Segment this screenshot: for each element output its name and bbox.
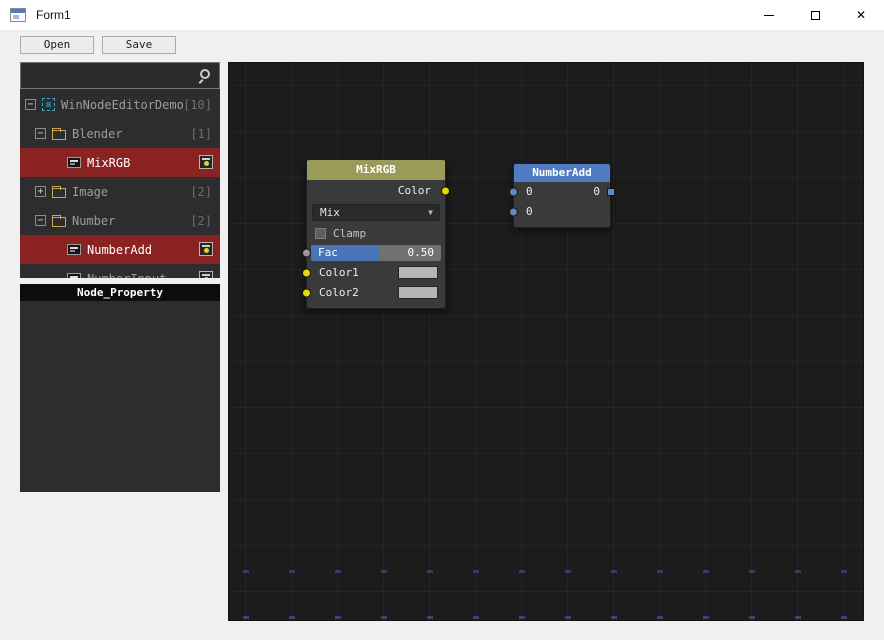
input-row-color2: Color2 bbox=[302, 283, 445, 303]
node-property-header: Node_Property bbox=[20, 284, 220, 301]
open-button[interactable]: Open bbox=[20, 36, 94, 54]
close-button[interactable]: ✕ bbox=[838, 0, 884, 30]
search-icon bbox=[200, 69, 210, 79]
chevron-down-icon: ▼ bbox=[428, 208, 433, 217]
tree-item-mixrgb[interactable]: MixRGB bbox=[20, 148, 220, 177]
input-socket-color2[interactable] bbox=[302, 288, 311, 298]
clamp-row: Clamp bbox=[307, 224, 445, 243]
tree-item-label: NumberInput bbox=[87, 272, 166, 279]
input-row-color1: Color1 bbox=[302, 263, 445, 283]
numberadd-row-1: 0 0 bbox=[509, 182, 615, 202]
node-icon bbox=[67, 273, 81, 278]
tree-item-label: WinNodeEditorDemo bbox=[61, 97, 184, 112]
node-tree-panel: − WinNodeEditorDemo [10] − Blender [1] M… bbox=[20, 62, 220, 278]
app-icon bbox=[10, 8, 26, 22]
save-button[interactable]: Save bbox=[102, 36, 176, 54]
fac-row: Fac 0.50 bbox=[302, 243, 445, 263]
window-controls: ✕ bbox=[746, 0, 884, 30]
tree-item-numberinput[interactable]: NumberInput bbox=[20, 264, 220, 278]
node-numberadd-header[interactable]: NumberAdd bbox=[514, 164, 610, 182]
minimize-button[interactable] bbox=[746, 0, 792, 30]
tree-item-label: Image bbox=[72, 184, 109, 199]
tree-item-count: [1] bbox=[190, 126, 212, 141]
input-socket-value1[interactable] bbox=[509, 187, 518, 197]
node-numberadd-body: 0 0 0 bbox=[509, 182, 615, 227]
node-mixrgb-header[interactable]: MixRGB bbox=[307, 160, 445, 180]
node-preview-icon bbox=[199, 155, 213, 169]
node-preview-icon bbox=[199, 242, 213, 256]
tree-item-label: NumberAdd bbox=[87, 242, 153, 257]
tree-item-label: Blender bbox=[72, 126, 123, 141]
tree-item-numberadd[interactable]: NumberAdd bbox=[20, 235, 220, 264]
numberadd-row-2: 0 bbox=[509, 202, 610, 222]
tree-item-image[interactable]: + Image [2] bbox=[20, 177, 220, 206]
search-input[interactable] bbox=[26, 66, 192, 85]
node-property-panel: Node_Property bbox=[20, 284, 220, 492]
output-label: Color bbox=[397, 184, 431, 197]
node-icon bbox=[67, 157, 81, 168]
color2-swatch[interactable] bbox=[398, 286, 438, 299]
tree-item-label: Number bbox=[72, 213, 116, 228]
tree-item-number[interactable]: − Number [2] bbox=[20, 206, 220, 235]
node-editor-icon bbox=[42, 98, 55, 111]
search-box bbox=[20, 62, 220, 89]
maximize-icon bbox=[810, 10, 820, 20]
node-mixrgb[interactable]: MixRGB Color Mix ▼ Clamp Fac 0.50 Color1… bbox=[302, 159, 450, 309]
blend-mode-select[interactable]: Mix ▼ bbox=[312, 204, 440, 221]
fac-label: Fac bbox=[318, 246, 338, 259]
input1-value: 0 bbox=[526, 185, 533, 198]
fac-value: 0.50 bbox=[407, 246, 435, 259]
close-icon: ✕ bbox=[855, 8, 867, 22]
grid-accent-ticks bbox=[229, 570, 863, 573]
folder-icon bbox=[52, 214, 66, 227]
titlebar[interactable]: Form1 ✕ bbox=[0, 0, 884, 30]
tree-item-blender[interactable]: − Blender [1] bbox=[20, 119, 220, 148]
output-socket-result[interactable] bbox=[607, 188, 615, 196]
input-socket-fac[interactable] bbox=[302, 248, 311, 258]
color1-swatch[interactable] bbox=[398, 266, 438, 279]
window-title: Form1 bbox=[36, 8, 71, 22]
color2-label: Color2 bbox=[319, 286, 359, 299]
collapse-icon[interactable]: − bbox=[25, 99, 36, 110]
output-value: 0 bbox=[593, 185, 600, 198]
tree-item-count: [10] bbox=[183, 97, 212, 112]
color1-label: Color1 bbox=[319, 266, 359, 279]
minimize-icon bbox=[764, 14, 774, 16]
node-numberadd[interactable]: NumberAdd 0 0 0 bbox=[509, 163, 615, 228]
node-tree: − WinNodeEditorDemo [10] − Blender [1] M… bbox=[20, 90, 220, 278]
clamp-checkbox[interactable] bbox=[315, 228, 326, 239]
clamp-label: Clamp bbox=[333, 227, 367, 240]
blend-mode-value: Mix bbox=[320, 206, 340, 219]
node-editor-canvas[interactable]: MixRGB Color Mix ▼ Clamp Fac 0.50 Color1… bbox=[228, 62, 864, 621]
tree-item-winnodeeditordemo[interactable]: − WinNodeEditorDemo [10] bbox=[20, 90, 220, 119]
folder-icon bbox=[52, 127, 66, 140]
node-preview-icon bbox=[199, 271, 213, 278]
fac-slider[interactable]: Fac 0.50 bbox=[311, 245, 441, 261]
expand-icon[interactable]: + bbox=[35, 186, 46, 197]
folder-icon bbox=[52, 185, 66, 198]
input-socket-color1[interactable] bbox=[302, 268, 311, 278]
tree-item-label: MixRGB bbox=[87, 155, 131, 170]
node-mixrgb-body: Color Mix ▼ Clamp Fac 0.50 Color1 Color2 bbox=[302, 180, 450, 308]
node-icon bbox=[67, 244, 81, 255]
collapse-icon[interactable]: − bbox=[35, 128, 46, 139]
collapse-icon[interactable]: − bbox=[35, 215, 46, 226]
tree-item-count: [2] bbox=[190, 213, 212, 228]
tree-item-count: [2] bbox=[190, 184, 212, 199]
output-socket-color[interactable] bbox=[441, 186, 450, 196]
output-row-color: Color bbox=[307, 180, 450, 202]
maximize-button[interactable] bbox=[792, 0, 838, 30]
grid-accent-ticks bbox=[229, 616, 863, 619]
input-socket-value2[interactable] bbox=[509, 207, 518, 217]
input2-value: 0 bbox=[526, 205, 533, 218]
blend-mode-row: Mix ▼ bbox=[307, 202, 445, 224]
